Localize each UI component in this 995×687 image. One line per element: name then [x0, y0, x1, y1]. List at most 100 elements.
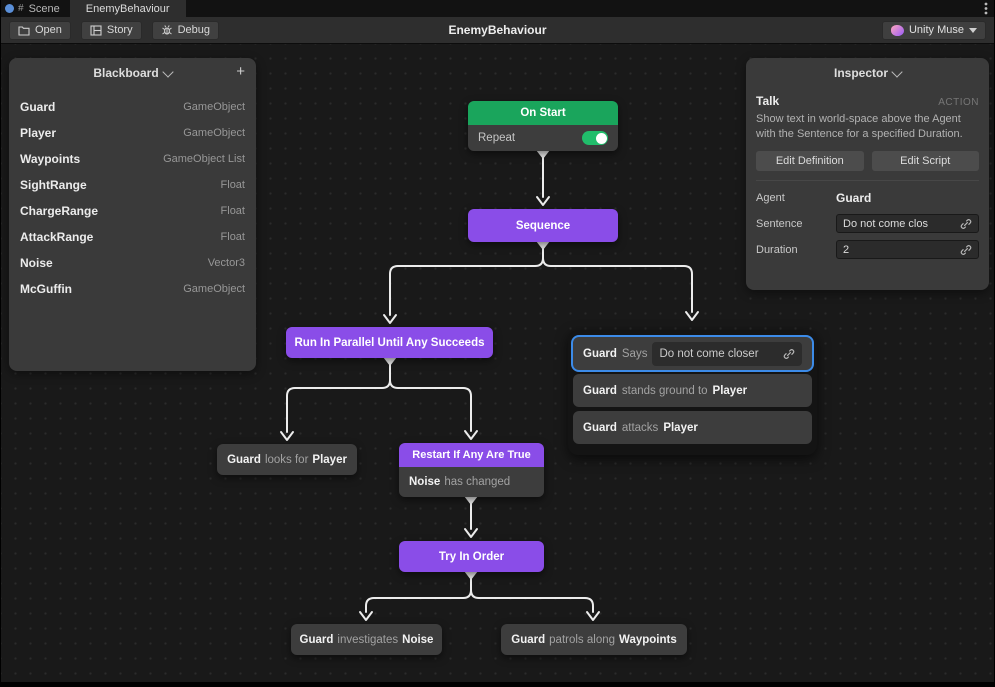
says-sentence-value: Do not come closer [659, 347, 759, 360]
unity-muse-icon [890, 24, 904, 36]
says-verb: Says [621, 347, 648, 360]
stands-verb: stands ground to [621, 384, 708, 397]
inspected-node-name: Talk [756, 94, 780, 108]
unity-muse-label: Unity Muse [908, 24, 964, 36]
debug-label: Debug [177, 24, 211, 36]
edit-script-button[interactable]: Edit Script [871, 150, 979, 171]
node-on-start[interactable]: On Start Repeat [468, 101, 618, 151]
open-button[interactable]: Open [9, 20, 71, 40]
inspector-panel: Inspector Talk ACTION Show text in world… [746, 58, 989, 290]
node-restart-body: Noise has changed [399, 467, 544, 497]
link-icon [783, 348, 795, 359]
toolbar: Open Story Debug EnemyBehaviour Unity Mu… [1, 17, 994, 44]
attacks-target: Player [663, 421, 698, 434]
node-guard-attacks[interactable]: Guard attacks Player [573, 411, 812, 444]
node-guard-investigates[interactable]: Guard investigates Noise [291, 624, 442, 655]
node-group-sequence[interactable]: Guard Says Do not come closer Guard stan… [568, 330, 817, 455]
node-guard-patrols[interactable]: Guard patrols along Waypoints [501, 624, 687, 655]
stands-agent: Guard [583, 384, 617, 397]
says-sentence-input[interactable]: Do not come closer [652, 341, 802, 366]
variable-type: Float [220, 205, 245, 217]
link-icon [960, 218, 972, 229]
bug-icon [161, 25, 172, 35]
node-try-in-order[interactable]: Try In Order [399, 541, 544, 572]
link-icon [960, 244, 972, 255]
kebab-menu-icon [984, 2, 988, 15]
chevron-down-icon [891, 65, 903, 78]
tab-enemybehaviour[interactable]: EnemyBehaviour [69, 0, 186, 17]
attacks-verb: attacks [621, 421, 659, 434]
node-guard-stands-ground[interactable]: Guard stands ground to Player [573, 374, 812, 407]
window-menu-button[interactable] [978, 0, 994, 17]
repeat-label: Repeat [478, 132, 516, 144]
node-run-in-parallel-title: Run In Parallel Until Any Succeeds [294, 336, 485, 349]
variable-name: ChargeRange [20, 204, 99, 218]
tab-scene-label: Scene [28, 2, 60, 15]
variable-name: Guard [20, 100, 56, 114]
blackboard-row[interactable]: McGuffin GameObject [20, 276, 245, 302]
variable-name: SightRange [20, 178, 87, 192]
graph-title: EnemyBehaviour [448, 23, 547, 37]
toggle-knob [595, 132, 607, 144]
node-guard-looks-for[interactable]: Guard looks for Player [217, 444, 357, 475]
tab-enemybehaviour-label: EnemyBehaviour [85, 2, 170, 15]
patrols-agent: Guard [511, 633, 546, 646]
blackboard-list: Guard GameObject Player GameObject Waypo… [9, 88, 256, 308]
open-label: Open [35, 24, 62, 36]
node-on-start-body: Repeat [468, 125, 618, 151]
node-sequence[interactable]: Sequence [468, 209, 618, 242]
blackboard-header[interactable]: Blackboard + [9, 58, 256, 88]
duration-input[interactable]: 2 [836, 240, 979, 260]
sentence-input[interactable]: Do not come clos [836, 214, 979, 234]
node-restart-title: Restart If Any Are True [412, 449, 531, 461]
node-on-start-header: On Start [468, 101, 618, 125]
node-try-in-order-title: Try In Order [438, 550, 505, 563]
duration-field-label: Duration [756, 243, 798, 256]
variable-type: GameObject [183, 101, 245, 113]
inspector-header[interactable]: Inspector [746, 58, 989, 88]
debug-button[interactable]: Debug [151, 20, 220, 40]
node-description: Show text in world-space above the Agent… [756, 113, 963, 140]
blackboard-row[interactable]: Player GameObject [20, 120, 245, 146]
blackboard-row[interactable]: Waypoints GameObject List [20, 146, 245, 172]
sentence-field-label: Sentence [756, 217, 803, 230]
variable-name: McGuffin [20, 282, 72, 296]
variable-name: Noise [20, 256, 53, 270]
node-guard-says[interactable]: Guard Says Do not come closer [573, 337, 812, 370]
repeat-toggle[interactable] [582, 131, 608, 145]
investigates-target: Noise [402, 633, 434, 646]
variable-type: Float [220, 231, 245, 243]
variable-type: Float [220, 179, 245, 191]
story-button[interactable]: Story [80, 20, 142, 40]
says-agent: Guard [583, 347, 617, 360]
blackboard-row[interactable]: SightRange Float [20, 172, 245, 198]
variable-type: GameObject List [163, 153, 245, 165]
folder-icon [18, 25, 30, 36]
sentence-field-row: Sentence Do not come clos [756, 211, 979, 237]
tab-scene[interactable]: # Scene [1, 0, 70, 17]
variable-type: GameObject [183, 127, 245, 139]
patrols-verb: patrols along [549, 633, 616, 646]
duration-value: 2 [843, 243, 850, 256]
inspector-title: Inspector [833, 66, 888, 80]
story-label: Story [106, 24, 133, 36]
duration-field-row: Duration 2 [756, 237, 979, 263]
node-restart-if-any[interactable]: Restart If Any Are True Noise has change… [399, 443, 544, 497]
patrols-target: Waypoints [619, 633, 677, 646]
add-variable-button[interactable]: + [236, 63, 245, 80]
blackboard-title: Blackboard [93, 66, 159, 80]
variable-name: Waypoints [20, 152, 81, 166]
blackboard-row[interactable]: Noise Vector3 [20, 250, 245, 276]
inspected-node-kind: ACTION [938, 97, 979, 108]
agent-field-row: Agent Guard [756, 185, 979, 211]
investigates-verb: investigates [337, 633, 399, 646]
node-run-in-parallel[interactable]: Run In Parallel Until Any Succeeds [286, 327, 493, 358]
blackboard-row[interactable]: ChargeRange Float [20, 198, 245, 224]
looks-agent: Guard [227, 453, 261, 466]
chevron-down-icon [969, 27, 977, 33]
blackboard-row[interactable]: Guard GameObject [20, 94, 245, 120]
edit-definition-button[interactable]: Edit Definition [756, 150, 864, 171]
unity-muse-button[interactable]: Unity Muse [881, 20, 986, 40]
blackboard-row[interactable]: AttackRange Float [20, 224, 245, 250]
node-on-start-title: On Start [520, 107, 566, 119]
